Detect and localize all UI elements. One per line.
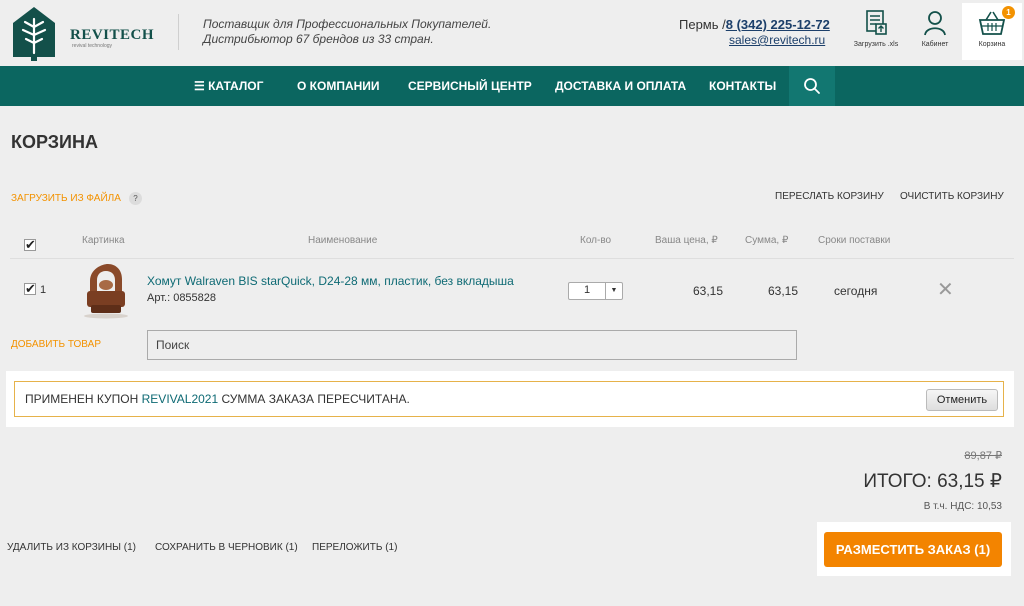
main-nav: ☰ КАТАЛОГ О КОМПАНИИ СЕРВИСНЫЙ ЦЕНТР ДОС… — [0, 66, 1024, 106]
email-link[interactable]: sales@revitech.ru — [729, 33, 825, 47]
product-search-input[interactable] — [147, 330, 797, 360]
move-items-link[interactable]: ПЕРЕЛОЖИТЬ (1) — [312, 542, 397, 553]
city-phone: Пермь /8 (342) 225-12-72 — [679, 17, 830, 32]
cancel-coupon-button[interactable]: Отменить — [926, 389, 998, 411]
table-header-divider — [10, 258, 1014, 259]
vat-amount: В т.ч. НДС: 10,53 — [923, 501, 1002, 512]
product-name-link[interactable]: Хомут Walraven BIS starQuick, D24-28 мм,… — [147, 274, 514, 288]
col-delivery: Сроки поставки — [818, 235, 891, 246]
coupon-notice-box: ПРИМЕНЕН КУПОН REVIVAL2021 СУММА ЗАКАЗА … — [14, 381, 1004, 417]
site-header: REVITECH revival technology Поставщик дл… — [0, 0, 1024, 66]
nav-contacts[interactable]: КОНТАКТЫ — [709, 79, 776, 93]
save-draft-link[interactable]: СОХРАНИТЬ В ЧЕРНОВИК (1) — [155, 542, 298, 553]
tagline-line-1: Поставщик для Профессиональных Покупател… — [203, 17, 492, 31]
brand-subtitle: revival technology — [72, 43, 113, 49]
nav-search-button[interactable] — [789, 66, 835, 106]
upload-xls-label: Загрузить .xls — [853, 41, 899, 48]
coupon-suffix: СУММА ЗАКАЗА ПЕРЕСЧИТАНА. — [218, 392, 410, 406]
order-total: ИТОГО: 63,15 ₽ — [863, 471, 1002, 492]
col-sum: Сумма, ₽ — [745, 235, 789, 246]
delete-from-cart-link[interactable]: УДАЛИТЬ ИЗ КОРЗИНЫ (1) — [7, 542, 136, 553]
select-all-checkbox[interactable] — [24, 237, 36, 253]
row-checkbox[interactable] — [24, 281, 36, 297]
tagline: Поставщик для Профессиональных Покупател… — [203, 17, 491, 47]
remove-item-close-icon[interactable]: ✕ — [937, 280, 954, 300]
upload-xls-icon — [866, 10, 887, 35]
upload-from-file-link[interactable]: ЗАГРУЗИТЬ ИЗ ФАЙЛА — [11, 193, 121, 204]
help-icon[interactable]: ? — [129, 192, 142, 205]
coupon-notice: ПРИМЕНЕН КУПОН REVIVAL2021 СУММА ЗАКАЗА … — [6, 371, 1014, 427]
item-price: 63,15 — [693, 284, 724, 298]
coupon-code: REVIVAL2021 — [141, 392, 219, 406]
product-article: Арт.: 0855828 — [147, 292, 217, 304]
revitech-logo-icon[interactable] — [11, 5, 57, 61]
row-number: 1 — [40, 284, 47, 296]
city-label: Пермь / — [679, 17, 726, 32]
place-order-button[interactable]: РАЗМЕСТИТЬ ЗАКАЗ (1) — [824, 532, 1002, 567]
phone-link[interactable]: 8 (342) 225-12-72 — [726, 17, 830, 32]
cart-label: Корзина — [978, 41, 1006, 48]
search-icon — [804, 78, 820, 94]
item-delivery: сегодня — [834, 284, 878, 298]
add-item-label[interactable]: ДОБАВИТЬ ТОВАР — [11, 339, 101, 350]
clear-cart-link[interactable]: ОЧИСТИТЬ КОРЗИНУ — [900, 191, 1004, 202]
col-name: Наименование — [308, 235, 378, 246]
coupon-message: ПРИМЕНЕН КУПОН REVIVAL2021 СУММА ЗАКАЗА … — [25, 392, 410, 406]
item-sum: 63,15 — [768, 284, 799, 298]
page-title: КОРЗИНА — [11, 132, 98, 152]
tagline-line-2: Дистрибьютор 67 брендов из 33 стран. — [203, 32, 434, 46]
cabinet-label: Кабинет — [921, 41, 949, 48]
col-price: Ваша цена, ₽ — [655, 235, 718, 246]
header-divider — [178, 14, 179, 50]
col-image: Картинка — [82, 235, 125, 246]
nav-catalog[interactable]: ☰ КАТАЛОГ — [194, 79, 263, 93]
quantity-select[interactable]: 1 ▼ — [568, 282, 623, 300]
nav-service[interactable]: СЕРВИСНЫЙ ЦЕНТР — [408, 79, 532, 93]
brand-name[interactable]: REVITECH — [70, 27, 154, 44]
cart-button[interactable]: Корзина 1 — [962, 3, 1022, 60]
product-thumbnail[interactable] — [78, 261, 133, 319]
col-qty: Кол-во — [580, 235, 612, 246]
forward-cart-link[interactable]: ПЕРЕСЛАТЬ КОРЗИНУ — [775, 191, 884, 202]
quantity-value: 1 — [583, 284, 591, 296]
user-icon — [924, 11, 946, 36]
chevron-down-icon[interactable]: ▼ — [605, 283, 622, 299]
upload-xls-button[interactable]: Загрузить .xls — [846, 6, 906, 60]
coupon-prefix: ПРИМЕНЕН КУПОН — [25, 392, 142, 406]
cart-count-badge: 1 — [1002, 6, 1015, 19]
nav-delivery[interactable]: ДОСТАВКА И ОПЛАТА — [555, 79, 686, 93]
nav-about[interactable]: О КОМПАНИИ — [297, 79, 380, 93]
place-order-wrap: РАЗМЕСТИТЬ ЗАКАЗ (1) — [817, 522, 1011, 576]
old-price: 89,87 ₽ — [964, 450, 1002, 462]
cabinet-button[interactable]: Кабинет — [905, 6, 965, 60]
